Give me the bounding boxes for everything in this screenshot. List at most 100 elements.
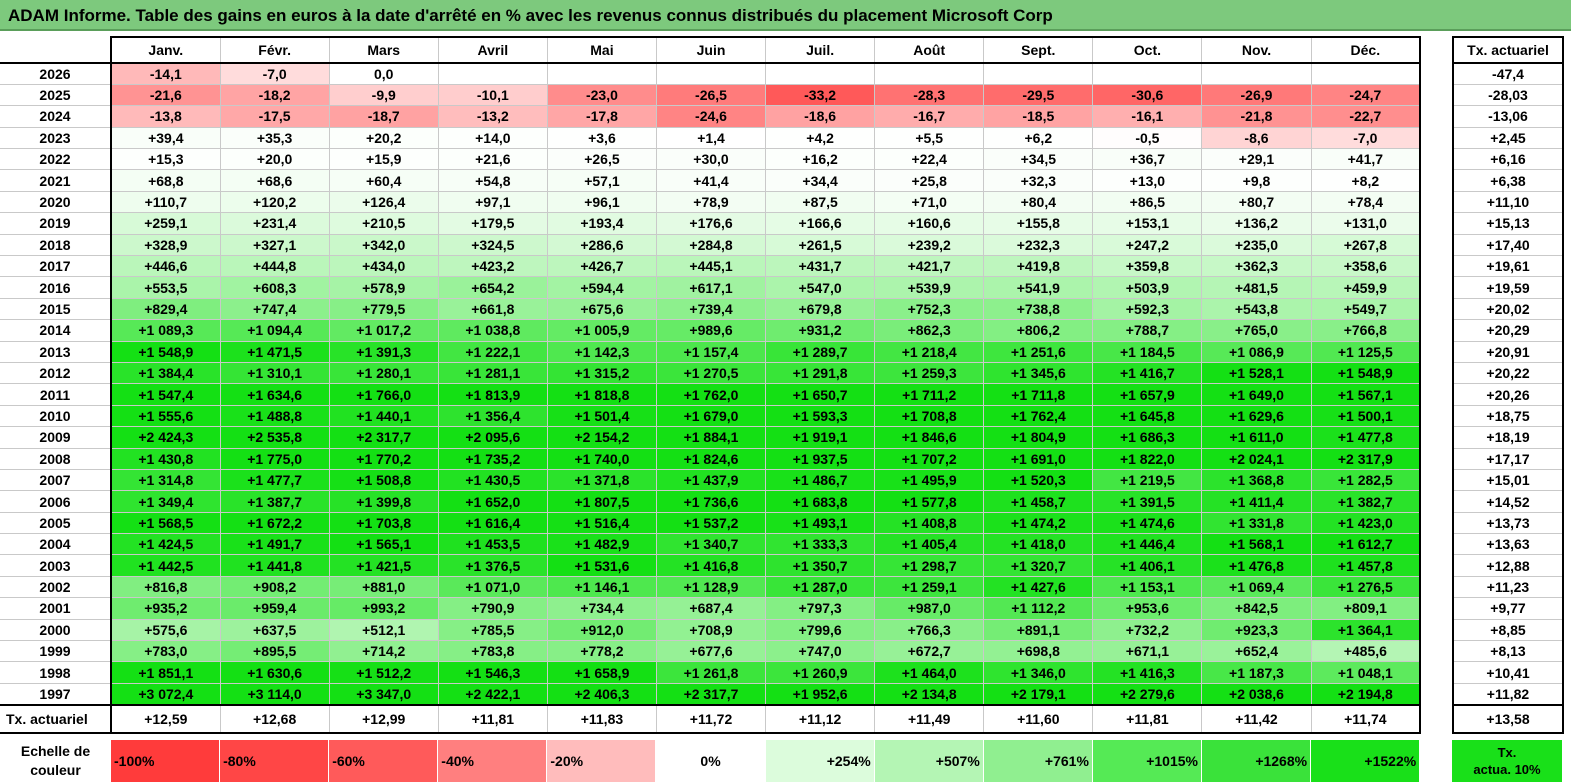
year-label: 2025 [0,83,112,107]
gain-cell: +2 317,7 [655,682,767,706]
month-header: Juin [655,36,767,64]
year-label: 2001 [0,597,112,620]
monthly-rate-cell: +12,99 [328,703,439,734]
gain-cell: +1 280,1 [328,361,439,385]
gain-cell: +1 038,8 [437,319,548,342]
gain-cell: +1 476,8 [1201,554,1312,577]
gain-cell: +2 038,6 [1201,682,1312,706]
actuarial-rate-cell: +20,26 [1452,383,1564,406]
monthly-rate-cell: +11,81 [437,703,548,734]
gain-cell: +1 477,7 [219,468,330,492]
month-header: Nov. [1201,36,1312,64]
actuarial-rate-header: Tx. actuariel [1452,36,1564,64]
gain-cell: +1 416,7 [1092,361,1203,385]
actuarial-rate-cell: -13,06 [1452,105,1564,128]
actuarial-rate-cell: +6,38 [1452,169,1564,192]
gain-cell: +1 453,5 [437,533,548,556]
gain-cell: +2 317,9 [1310,447,1422,470]
month-header: Mai [546,36,657,64]
actuarial-rate-cell: +6,16 [1452,148,1564,171]
gain-cell: +739,4 [655,297,767,321]
gain-cell: +766,3 [874,618,985,642]
gain-cell: +36,7 [1092,148,1203,171]
gain-cell: +286,6 [546,233,657,257]
actuarial-rate-cell: +19,61 [1452,255,1564,278]
gain-cell: +1 495,9 [874,468,985,492]
gain-cell: +1 708,8 [874,404,985,428]
gain-cell: +1 406,1 [1092,554,1203,577]
gain-cell: +1 813,9 [437,383,548,406]
gain-cell: +2 422,1 [437,682,548,706]
actuarial-rate-cell: +13,73 [1452,511,1564,535]
gain-cell: +1 430,8 [110,447,221,470]
gain-cell: -18,5 [983,105,1094,128]
gain-cell: +1 537,2 [655,511,767,535]
gain-cell: +503,9 [1092,276,1203,299]
gain-cell: +1 568,5 [110,511,221,535]
footer-label: Tx. actuariel [0,703,112,734]
year-label: 2014 [0,319,112,342]
gain-cell: +1 736,6 [655,490,767,513]
gain-cell: +1 218,4 [874,340,985,363]
gain-cell: +1 501,4 [546,404,657,428]
gain-cell: +1 287,0 [765,575,876,599]
actuarial-rate-cell: +20,02 [1452,297,1564,321]
gain-cell: +1 146,1 [546,575,657,599]
gain-cell: +39,4 [110,126,221,150]
table-row: 1997 +3 072,4 +3 114,0 +3 347,0 +2 422,1 +2 4… [0,682,1422,706]
monthly-rate-cell: +11,49 [874,703,985,734]
report-title: ADAM Informe. Table des gains en euros à… [0,0,1571,31]
year-label: 2015 [0,297,112,321]
year-label: 2006 [0,490,112,513]
table-row: 2024 -13,8 -17,5 -18,7 -13,2 -17,8 -24,6 -18,6-… [0,105,1422,128]
gain-cell: +232,3 [983,233,1094,257]
gain-cell: -7,0 [1310,126,1422,150]
gain-cell: +34,4 [765,169,876,192]
gain-cell: +1 577,8 [874,490,985,513]
gain-cell: +931,2 [765,319,876,342]
gain-cell: +41,4 [655,169,767,192]
gain-cell: +193,4 [546,212,657,235]
gain-cell: +1 411,4 [1201,490,1312,513]
gain-cell: -16,7 [874,105,985,128]
gain-cell: +1 356,4 [437,404,548,428]
actuarial-rate-cell: +9,77 [1452,597,1564,620]
gain-cell: +1 531,6 [546,554,657,577]
gain-cell: +21,6 [437,148,548,171]
gain-cell: +431,7 [765,255,876,278]
gain-cell: +1 387,7 [219,490,330,513]
gain-cell: +419,8 [983,255,1094,278]
gain-cell: -22,7 [1310,105,1422,128]
gain-cell: +862,3 [874,319,985,342]
gain-cell: +324,5 [437,233,548,257]
gain-cell: -21,8 [1201,105,1312,128]
gain-cell: +1 315,2 [546,361,657,385]
actuarial-rate-cell: +18,75 [1452,404,1564,428]
gain-cell: +5,5 [874,126,985,150]
gain-cell: +126,4 [328,190,439,214]
gain-cell: +1 349,4 [110,490,221,513]
table-row: 1999 +783,0 +895,5 +714,2 +783,8 +778,2 +677,6… [0,640,1422,663]
gain-cell: +485,6 [1310,640,1422,663]
gain-cell: +110,7 [110,190,221,214]
gain-cell: +1 846,6 [874,426,985,449]
gain-cell: +444,8 [219,255,330,278]
actuarial-rate-cell: +8,13 [1452,640,1564,663]
year-label: 2005 [0,511,112,535]
year-label: 2018 [0,233,112,257]
legend-swatch: +1268% [1202,740,1312,782]
year-label: 2017 [0,255,112,278]
gain-cell: +1 086,9 [1201,340,1312,363]
gain-cell: +1 634,6 [219,383,330,406]
gain-cell: +1 289,7 [765,340,876,363]
gain-cell: +923,3 [1201,618,1312,642]
gain-cell: +32,3 [983,169,1094,192]
gain-cell: +1 446,4 [1092,533,1203,556]
gain-cell: +959,4 [219,597,330,620]
year-label: 2016 [0,276,112,299]
gain-cell: +1 405,4 [874,533,985,556]
gain-cell: +1 807,5 [546,490,657,513]
gain-cell: +1 187,3 [1201,661,1312,684]
gain-cell: +1 824,6 [655,447,767,470]
gain-cell: +779,5 [328,297,439,321]
